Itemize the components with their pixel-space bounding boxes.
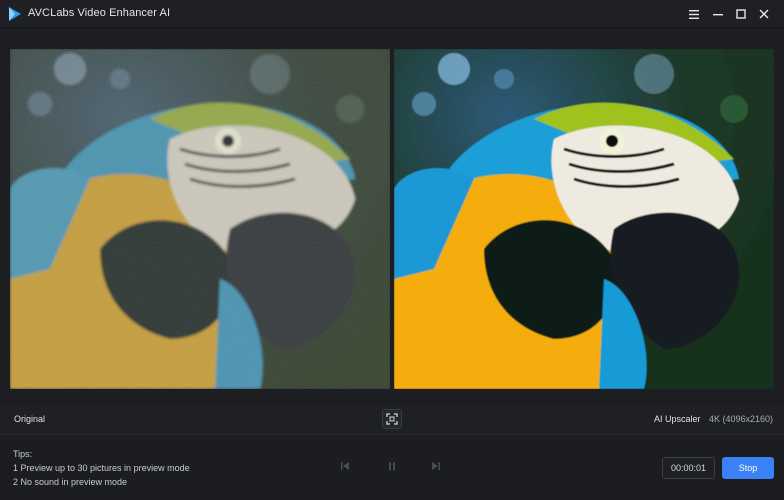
tip-item: 2 No sound in preview mode xyxy=(13,477,128,487)
skip-back-icon xyxy=(341,462,349,470)
tip-item: 1 Preview up to 30 pictures in preview m… xyxy=(13,463,190,473)
close-button[interactable] xyxy=(754,4,774,24)
fullscreen-icon xyxy=(386,413,398,425)
next-frame-button[interactable] xyxy=(429,459,443,473)
model-label: AI Upscaler xyxy=(654,414,701,424)
preview-area xyxy=(0,28,784,404)
enhanced-preview-image xyxy=(394,49,774,389)
original-label: Original xyxy=(14,414,46,424)
menu-button[interactable] xyxy=(684,4,704,24)
original-preview-image xyxy=(10,49,390,389)
previous-frame-button[interactable] xyxy=(338,459,352,473)
compare-view-button[interactable] xyxy=(382,409,402,429)
title-bar: AVCLabs Video Enhancer AI xyxy=(0,0,784,28)
maximize-icon xyxy=(736,9,746,19)
resolution-label: 4K (4096x2160) xyxy=(709,414,774,424)
hamburger-menu-icon xyxy=(689,9,699,19)
skip-forward-icon xyxy=(432,462,440,470)
timecode-display: 00:00:01 xyxy=(662,457,715,479)
minimize-button[interactable] xyxy=(708,4,728,24)
preview-info-bar: Original AI Upscaler 4K (4096x2160) xyxy=(0,404,784,434)
app-logo-icon xyxy=(9,7,21,21)
pause-icon xyxy=(389,462,395,470)
maximize-button[interactable] xyxy=(731,4,751,24)
close-icon xyxy=(759,9,769,19)
bottom-bar: Tips: 1 Preview up to 30 pictures in pre… xyxy=(0,434,784,500)
minimize-icon xyxy=(713,14,723,16)
app-title: AVCLabs Video Enhancer AI xyxy=(28,7,171,19)
stop-button[interactable]: Stop xyxy=(722,457,774,479)
tips-title: Tips: xyxy=(13,449,33,459)
pause-button[interactable] xyxy=(385,459,399,473)
